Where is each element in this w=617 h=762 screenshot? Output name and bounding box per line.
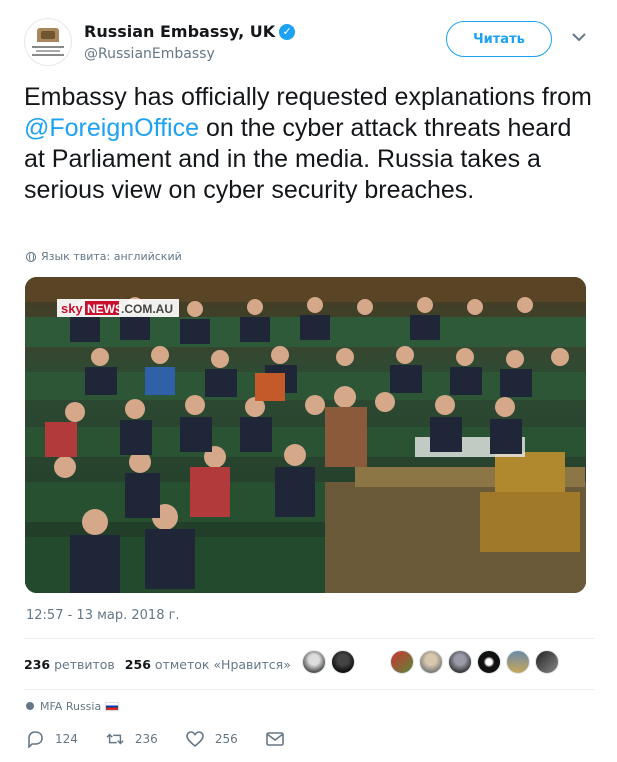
source-label: MFA Russia (40, 700, 102, 713)
like-count: 256 (214, 732, 238, 746)
retweet-button[interactable]: 236 (106, 730, 158, 748)
account-handle[interactable]: @RussianEmbassy (84, 46, 215, 62)
liker-avatar[interactable] (448, 650, 472, 674)
globe-icon (26, 251, 36, 262)
liker-avatar[interactable] (419, 650, 443, 674)
reply-icon (26, 730, 44, 748)
follow-button[interactable]: Читать (446, 21, 552, 57)
tweet-media-image[interactable]: sky NEWS .COM.AU (25, 277, 586, 593)
russia-flag-icon (105, 702, 120, 711)
retweets-label: ретвитов (54, 656, 115, 672)
liker-avatar[interactable] (535, 650, 559, 674)
watermark-domain: .COM.AU (121, 302, 173, 316)
account-name[interactable]: Russian Embassy, UK (84, 22, 275, 41)
verified-badge-icon: ✓ (279, 23, 296, 40)
reply-button[interactable]: 124 (26, 730, 78, 748)
envelope-icon (265, 730, 284, 748)
direct-message-button[interactable] (265, 730, 295, 748)
watermark-news: NEWS (87, 302, 123, 316)
mention-link[interactable]: @ForeignOffice (24, 114, 199, 142)
embassy-crest-icon (37, 28, 59, 42)
avatar[interactable] (24, 18, 72, 66)
name-row[interactable]: Russian Embassy, UK ✓ (84, 22, 296, 41)
language-label: Язык твита: английский (41, 250, 182, 263)
heart-icon (186, 730, 204, 748)
divider (24, 689, 594, 690)
retweets-stat[interactable]: 236 ретвитов (24, 657, 115, 672)
likes-stat[interactable]: 256 отметок «Нравится» (125, 657, 291, 672)
likers-avatars (302, 650, 564, 676)
likes-label: отметок «Нравится» (154, 656, 291, 672)
retweet-icon (106, 730, 124, 748)
tweet-text-part: Embassy has officially requested explana… (24, 83, 592, 111)
liker-avatar[interactable] (477, 650, 501, 674)
tweet-header: Russian Embassy, UK ✓ @RussianEmbassy Чи… (24, 18, 594, 68)
chevron-down-icon[interactable] (572, 30, 586, 44)
likes-count: 256 (124, 656, 151, 672)
like-button[interactable]: 256 (186, 730, 238, 748)
location-pin-icon (26, 701, 34, 712)
tweet-source[interactable]: MFA Russia (26, 700, 120, 713)
liker-avatar[interactable] (506, 650, 530, 674)
tweet-actions: 124 236 256 (26, 728, 426, 750)
tweet-text: Embassy has officially requested explana… (24, 82, 594, 206)
retweet-count: 236 (134, 732, 158, 746)
watermark-sky: sky (61, 301, 83, 316)
liker-avatar[interactable] (331, 650, 355, 674)
liker-avatar[interactable] (390, 650, 414, 674)
tweet-timestamp[interactable]: 12:57 - 13 мар. 2018 г. (26, 608, 180, 623)
reply-count: 124 (55, 732, 78, 746)
retweets-count: 236 (24, 656, 51, 672)
liker-avatar[interactable] (302, 650, 326, 674)
divider (24, 638, 594, 639)
tweet-language-note: Язык твита: английский (26, 250, 182, 263)
